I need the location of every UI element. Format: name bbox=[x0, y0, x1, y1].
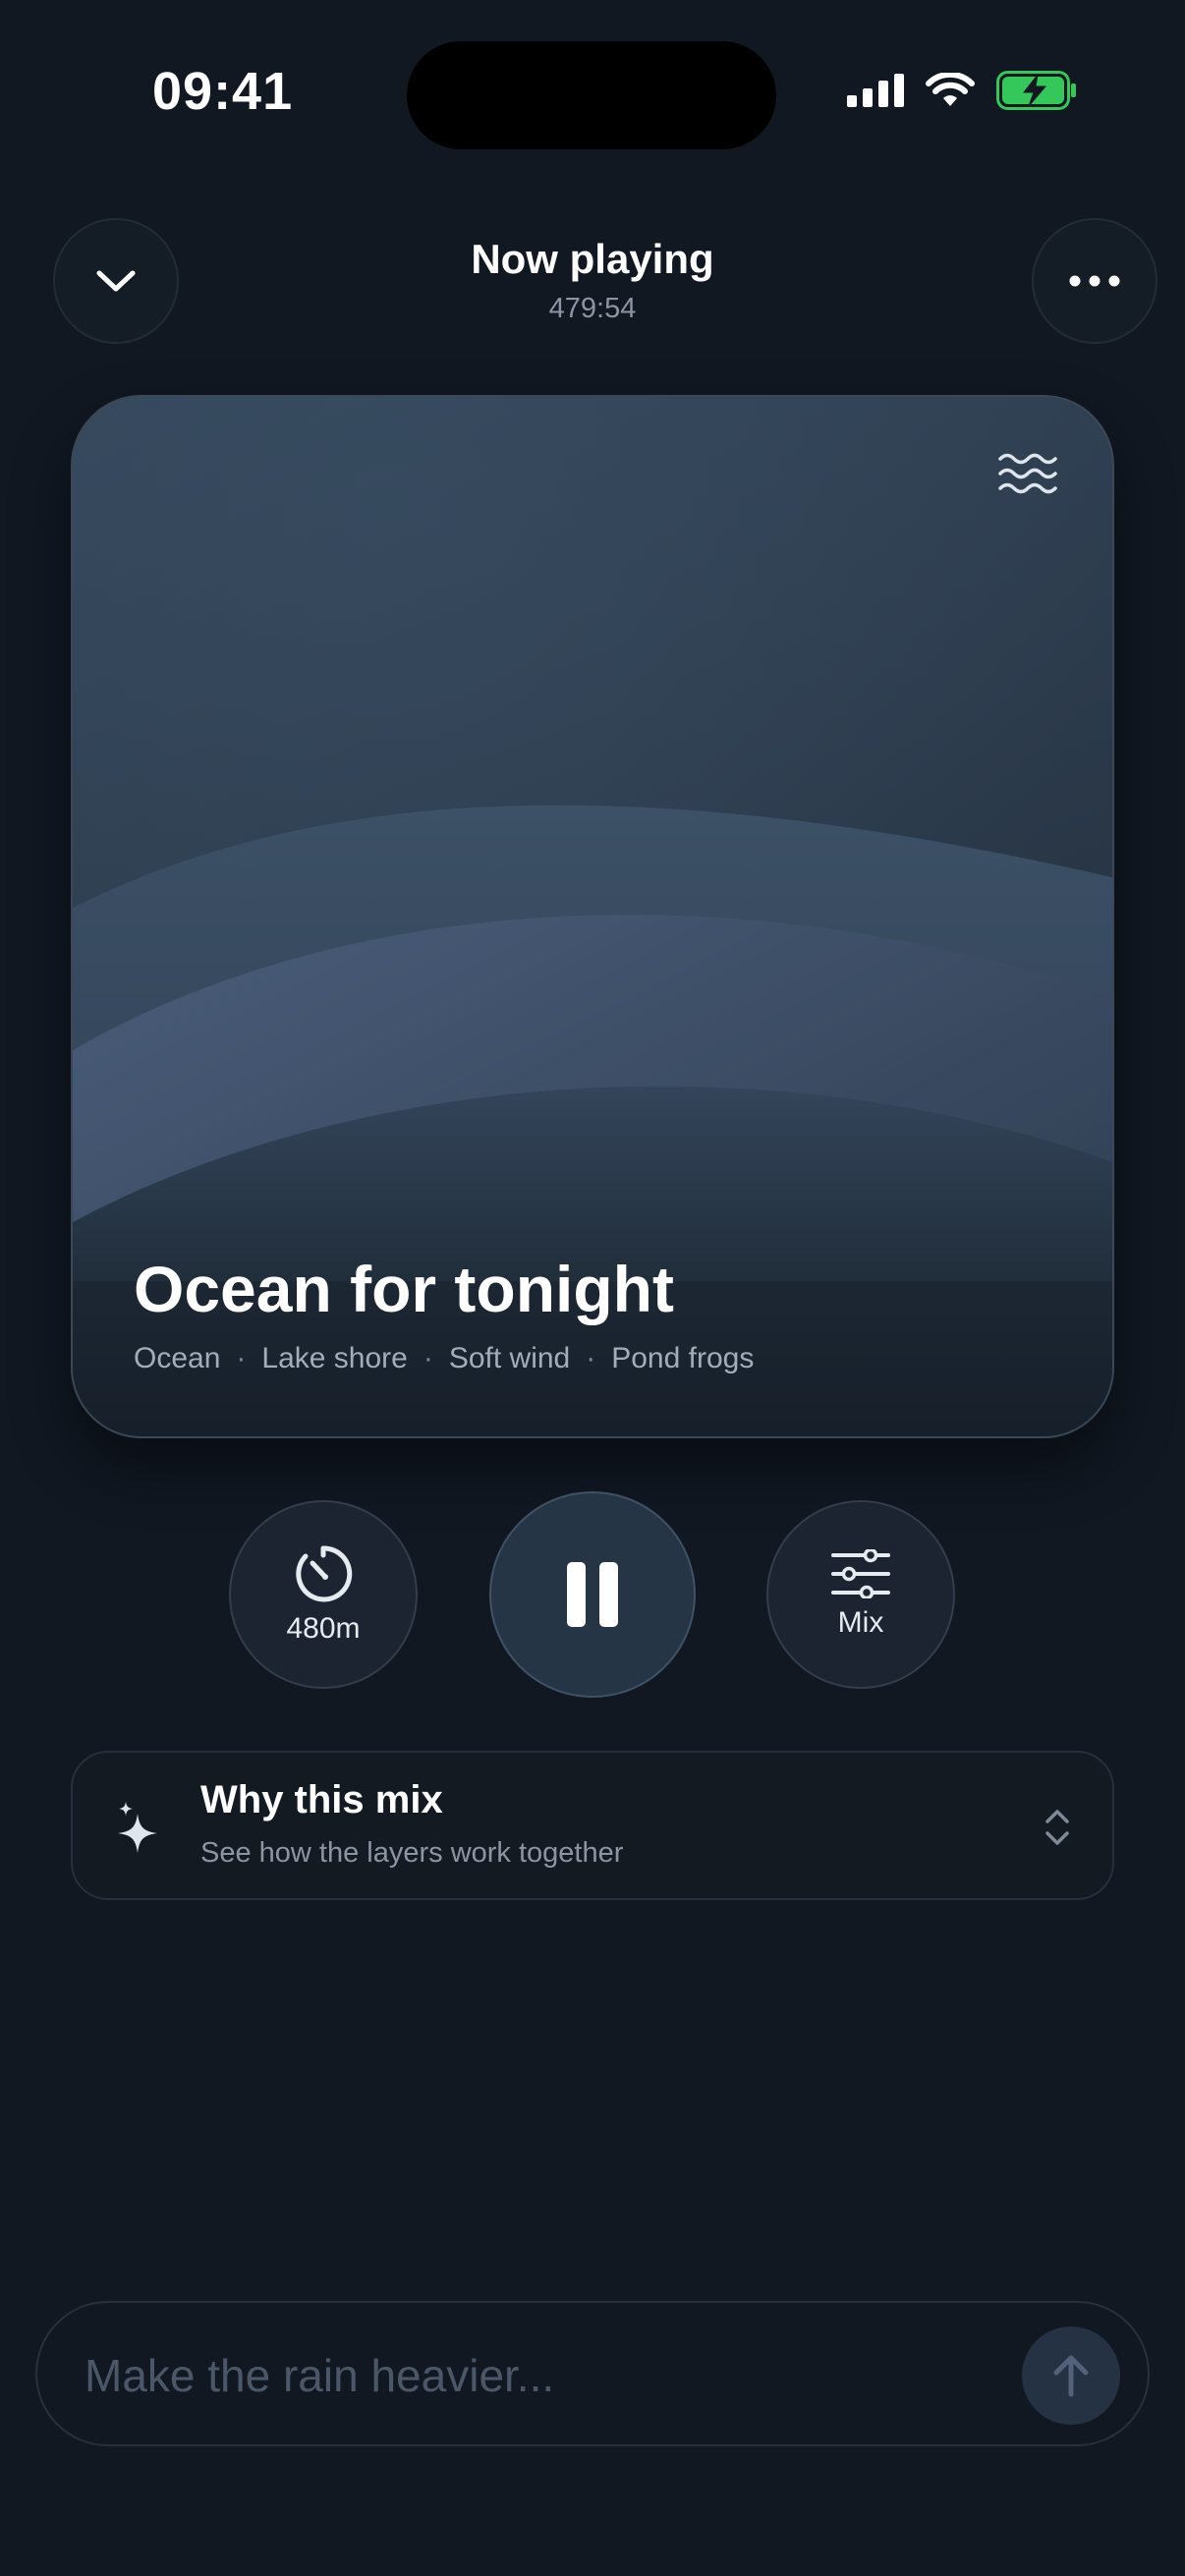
mix-button[interactable]: Mix bbox=[766, 1500, 955, 1689]
why-mix-subtitle: See how the layers work together bbox=[200, 1837, 624, 1869]
timer-icon bbox=[296, 1545, 353, 1602]
send-button[interactable] bbox=[1022, 2326, 1120, 2425]
chevron-up-down-icon[interactable] bbox=[1044, 1808, 1071, 1847]
tag-separator: · bbox=[586, 1342, 596, 1374]
timer-label: 480m bbox=[286, 1612, 361, 1645]
prompt-bar bbox=[35, 2301, 1150, 2446]
tag: Ocean bbox=[134, 1342, 221, 1374]
more-horizontal-icon bbox=[1069, 275, 1120, 287]
pause-icon bbox=[567, 1562, 618, 1627]
sliders-icon bbox=[831, 1549, 890, 1598]
remaining-time: 479:54 bbox=[548, 293, 637, 324]
more-options-button[interactable] bbox=[1032, 218, 1157, 344]
status-icons bbox=[847, 71, 1077, 110]
sparkle-icon bbox=[118, 1802, 157, 1853]
tag-separator: · bbox=[236, 1342, 247, 1374]
why-mix-title: Why this mix bbox=[200, 1778, 443, 1821]
now-playing-card[interactable]: Ocean for tonight Ocean · Lake shore · S… bbox=[71, 395, 1114, 1438]
tag: Pond frogs bbox=[611, 1342, 755, 1374]
prompt-input[interactable] bbox=[83, 2338, 1010, 2413]
why-this-mix-panel[interactable] bbox=[71, 1751, 1114, 1900]
sleep-timer-button[interactable]: 480m bbox=[229, 1500, 418, 1689]
tag: Lake shore bbox=[261, 1342, 408, 1374]
battery-charging-icon bbox=[996, 71, 1076, 110]
tag-separator: · bbox=[423, 1342, 433, 1374]
arrow-up-icon bbox=[1053, 2355, 1089, 2397]
mix-label: Mix bbox=[837, 1606, 884, 1639]
pause-button[interactable] bbox=[489, 1491, 696, 1698]
dynamic-island bbox=[407, 41, 776, 149]
tag: Soft wind bbox=[448, 1342, 571, 1374]
waves-icon bbox=[998, 453, 1057, 494]
status-time: 09:41 bbox=[152, 62, 294, 121]
mix-tags: Ocean · Lake shore · Soft wind · Pond fr… bbox=[134, 1342, 754, 1375]
wifi-icon bbox=[926, 73, 975, 106]
cellular-signal-icon bbox=[847, 74, 904, 107]
mix-title: Ocean for tonight bbox=[134, 1253, 674, 1325]
page-title: Now playing bbox=[471, 236, 714, 282]
